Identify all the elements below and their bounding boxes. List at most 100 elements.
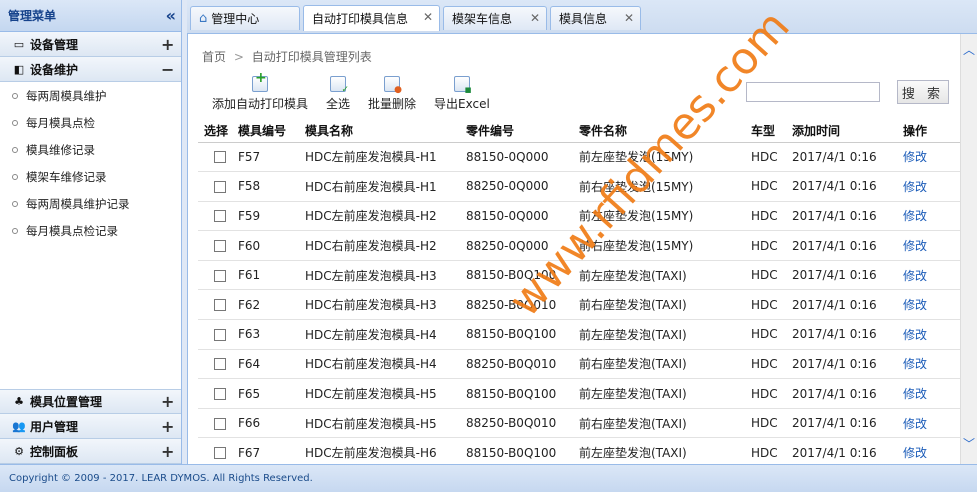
tab-mold-cart-info[interactable]: 模架车信息 ✕	[443, 6, 547, 30]
mold-name-cell: HDC右前座发泡模具-H3	[299, 289, 460, 321]
row-checkbox[interactable]	[214, 240, 226, 253]
batch-delete-button[interactable]: 批量删除	[368, 76, 416, 112]
tab-mold-info[interactable]: 模具信息 ✕	[550, 6, 641, 30]
sidebar-section-device-maintenance[interactable]: ◧ 设备维护 −	[0, 57, 181, 82]
edit-link[interactable]: 修改	[903, 180, 927, 194]
table-row: F57 HDC左前座发泡模具-H1 88150-0Q000 前左座垫发泡(15MY) H…	[198, 142, 960, 173]
edit-link[interactable]: 修改	[903, 328, 927, 342]
add-icon	[252, 70, 268, 92]
edit-link[interactable]: 修改	[903, 209, 927, 223]
toolbar: 添加自动打印模具 全选 批量删除 导出Excel 搜 索	[198, 70, 960, 120]
sidebar-title: 管理菜单	[8, 9, 57, 23]
car-model-cell: HDC	[745, 171, 786, 202]
sidebar-section-control-panel[interactable]: ⚙ 控制面板 +	[0, 439, 181, 464]
export-excel-label: 导出Excel	[434, 97, 490, 111]
expand-icon[interactable]: +	[161, 417, 174, 436]
expand-icon[interactable]: +	[161, 442, 174, 461]
edit-link[interactable]: 修改	[903, 298, 927, 312]
part-number-cell: 88250-B0Q010	[460, 349, 573, 380]
bullet-icon	[12, 146, 18, 153]
edit-link[interactable]: 修改	[903, 269, 927, 283]
users-icon: 👥	[12, 419, 26, 433]
bullet-icon	[12, 173, 18, 180]
row-checkbox[interactable]	[214, 269, 226, 282]
batch-delete-label: 批量删除	[368, 97, 417, 111]
sidebar-item-monthly-records[interactable]: 每月模具点检记录	[0, 217, 181, 244]
mold-table: 选择 模具编号 模具名称 零件编号 零件名称 车型 添加时间 操作 F57 HDC左前座发泡模具…	[198, 120, 960, 469]
edit-link[interactable]: 修改	[903, 417, 927, 431]
edit-link[interactable]: 修改	[903, 150, 927, 164]
select-all-button[interactable]: 全选	[326, 76, 350, 112]
sidebar-item-biweekly-maintenance[interactable]: 每两周模具维护	[0, 82, 181, 109]
search-button[interactable]: 搜 索	[897, 80, 949, 104]
edit-link[interactable]: 修改	[903, 239, 927, 253]
tab-auto-print-mold-info[interactable]: 自动打印模具信息 ✕	[303, 5, 440, 31]
vertical-scrollbar[interactable]: ︿ ﹀	[960, 34, 977, 464]
tab-admin-center[interactable]: ⌂ 管理中心	[190, 6, 300, 30]
sidebar-item-cart-repair-records[interactable]: 模架车维修记录	[0, 163, 181, 190]
close-icon[interactable]: ✕	[423, 10, 433, 24]
added-time-cell: 2017/4/1 0:16	[786, 408, 897, 439]
row-checkbox[interactable]	[214, 447, 226, 460]
row-checkbox[interactable]	[214, 417, 226, 430]
table-header-row: 选择 模具编号 模具名称 零件编号 零件名称 车型 添加时间 操作	[198, 120, 960, 143]
row-checkbox[interactable]	[214, 328, 226, 341]
expand-icon[interactable]: +	[161, 392, 174, 411]
action-cell: 修改	[897, 408, 960, 439]
chevron-down-icon[interactable]: ﹀	[961, 436, 977, 452]
row-checkbox[interactable]	[214, 151, 226, 164]
row-checkbox[interactable]	[214, 210, 226, 223]
sidebar-section-label: 用户管理	[30, 419, 79, 434]
table-body: F57 HDC左前座发泡模具-H1 88150-0Q000 前左座垫发泡(15MY) H…	[198, 142, 960, 469]
sidebar-bottom: ♣ 模具位置管理 + 👥 用户管理 + ⚙ 控制面板 +	[0, 389, 181, 464]
sidebar-item-monthly-inspection[interactable]: 每月模具点检	[0, 109, 181, 136]
part-number-cell: 88250-0Q000	[460, 171, 573, 202]
search-input[interactable]	[746, 82, 880, 102]
sidebar-item-repair-records[interactable]: 模具维修记录	[0, 136, 181, 163]
sidebar-section-label: 模具位置管理	[30, 395, 103, 409]
sidebar-section-user-management[interactable]: 👥 用户管理 +	[0, 414, 181, 439]
row-checkbox[interactable]	[214, 180, 226, 193]
column-header: 操作	[897, 120, 960, 143]
sidebar-sub-list: 每两周模具维护 每月模具点检 模具维修记录 模架车维修记录 每两周模具维护记录 …	[0, 82, 181, 367]
bullet-icon	[12, 227, 18, 234]
row-checkbox[interactable]	[214, 388, 226, 401]
leaf-icon: ♣	[14, 395, 24, 408]
add-mold-button[interactable]: 添加自动打印模具	[212, 70, 308, 112]
column-header: 模具编号	[232, 120, 299, 143]
close-icon[interactable]: ✕	[530, 11, 540, 25]
chevron-up-icon[interactable]: ︿	[961, 42, 977, 58]
part-number-cell: 88150-0Q000	[460, 142, 573, 173]
sidebar-section-mold-location[interactable]: ♣ 模具位置管理 +	[0, 389, 181, 414]
breadcrumb-home[interactable]: 首页	[202, 50, 226, 64]
edit-link[interactable]: 修改	[903, 446, 927, 460]
car-model-cell: HDC	[745, 201, 786, 232]
sidebar-item-biweekly-records[interactable]: 每两周模具维护记录	[0, 190, 181, 217]
action-cell: 修改	[897, 171, 960, 202]
row-checkbox[interactable]	[214, 358, 226, 371]
edit-link[interactable]: 修改	[903, 357, 927, 371]
select-cell	[198, 201, 232, 232]
car-model-cell: HDC	[745, 319, 786, 350]
bullet-icon	[12, 92, 18, 99]
collapse-icon[interactable]: −	[161, 60, 174, 79]
export-excel-button[interactable]: 导出Excel	[434, 76, 490, 112]
expand-icon[interactable]: +	[161, 35, 174, 54]
action-cell: 修改	[897, 319, 960, 350]
car-model-cell: HDC	[745, 289, 786, 321]
edit-link[interactable]: 修改	[903, 387, 927, 401]
row-checkbox[interactable]	[214, 299, 226, 312]
double-chevron-left-icon[interactable]: «	[166, 6, 176, 25]
part-number-cell: 88150-B0Q100	[460, 319, 573, 350]
close-icon[interactable]: ✕	[624, 11, 634, 25]
added-time-cell: 2017/4/1 0:16	[786, 260, 897, 291]
bullet-icon	[12, 200, 18, 207]
select-all-icon	[330, 76, 349, 95]
column-header: 零件编号	[460, 120, 573, 143]
mold-name-cell: HDC左前座发泡模具-H1	[299, 142, 460, 173]
mold-number-cell: F62	[232, 289, 299, 321]
gear-icon: ⚙	[14, 444, 24, 458]
tab-label: 模架车信息	[452, 12, 513, 26]
sidebar-header: 管理菜单 «	[0, 0, 181, 32]
sidebar-section-device-management[interactable]: ▭ 设备管理 +	[0, 32, 181, 57]
